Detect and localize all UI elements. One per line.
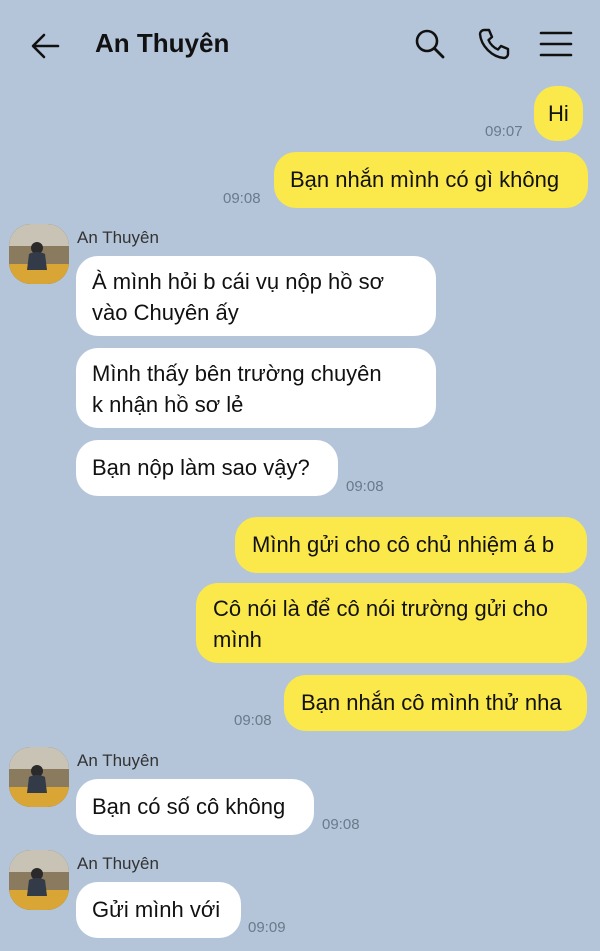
avatar-photo-icon <box>9 850 69 910</box>
avatar-photo-icon <box>9 224 69 284</box>
arrow-left-icon <box>31 33 60 59</box>
avatar[interactable] <box>9 224 69 284</box>
message-text-line: Cô nói là để cô nói trường gửi cho <box>213 596 548 621</box>
their-message-bubble[interactable]: Bạn nộp làm sao vậy? <box>76 440 338 496</box>
message-text: Bạn nhắn cô mình thử nha <box>301 690 562 715</box>
their-message-bubble[interactable]: Bạn có số cô không <box>76 779 314 835</box>
their-message-bubble[interactable]: À mình hỏi b cái vụ nộp hồ sơ vào Chuyên… <box>76 256 436 336</box>
message-text-line: À mình hỏi b cái vụ nộp hồ sơ <box>92 269 385 294</box>
avatar[interactable] <box>9 747 69 807</box>
my-message-bubble[interactable]: Cô nói là để cô nói trường gửi cho mình <box>196 583 587 663</box>
sender-name: An Thuyên <box>77 228 159 247</box>
message-text: Gửi mình với <box>92 897 221 922</box>
sender-name: An Thuyên <box>77 751 159 770</box>
message-text-line: mình <box>213 627 262 652</box>
message-text: Bạn nộp làm sao vậy? <box>92 455 310 480</box>
message-text: Mình gửi cho cô chủ nhiệm á b <box>252 532 555 557</box>
avatar[interactable] <box>9 850 69 910</box>
message-time: 09:08 <box>322 816 360 833</box>
chat-header: An Thuyên <box>0 0 600 90</box>
avatar-photo-icon <box>9 747 69 807</box>
message-time: 09:08 <box>223 190 261 207</box>
my-message-bubble[interactable]: Bạn nhắn mình có gì không <box>274 152 588 208</box>
message-time: 09:08 <box>234 712 272 729</box>
search-icon <box>415 29 445 59</box>
message-time: 09:07 <box>485 123 523 140</box>
message-text-line: vào Chuyên ấy <box>92 300 239 325</box>
message-text: Bạn nhắn mình có gì không <box>290 167 560 192</box>
their-message-bubble[interactable]: Gửi mình với <box>76 882 241 938</box>
sender-name: An Thuyên <box>77 854 159 873</box>
message-text: Hi <box>548 101 569 126</box>
my-message-bubble[interactable]: Mình gửi cho cô chủ nhiệm á b <box>235 517 587 573</box>
message-time: 09:08 <box>346 478 384 495</box>
message-text: Bạn có số cô không <box>92 794 286 819</box>
my-message-bubble[interactable]: Bạn nhắn cô mình thử nha <box>284 675 587 731</box>
message-text-line: k nhận hồ sơ lẻ <box>92 392 244 417</box>
hamburger-menu-icon <box>539 31 573 57</box>
search-button[interactable] <box>412 26 448 62</box>
message-text-line: Mình thấy bên trường chuyên <box>92 361 382 386</box>
my-message-bubble[interactable]: Hi <box>534 86 583 141</box>
back-button[interactable] <box>28 28 64 64</box>
menu-button[interactable] <box>538 26 574 62</box>
chat-title: An Thuyên <box>95 28 230 58</box>
message-time: 09:09 <box>248 919 286 936</box>
their-message-bubble[interactable]: Mình thấy bên trường chuyên k nhận hồ sơ… <box>76 348 436 428</box>
phone-icon <box>478 28 510 60</box>
call-button[interactable] <box>476 26 512 62</box>
